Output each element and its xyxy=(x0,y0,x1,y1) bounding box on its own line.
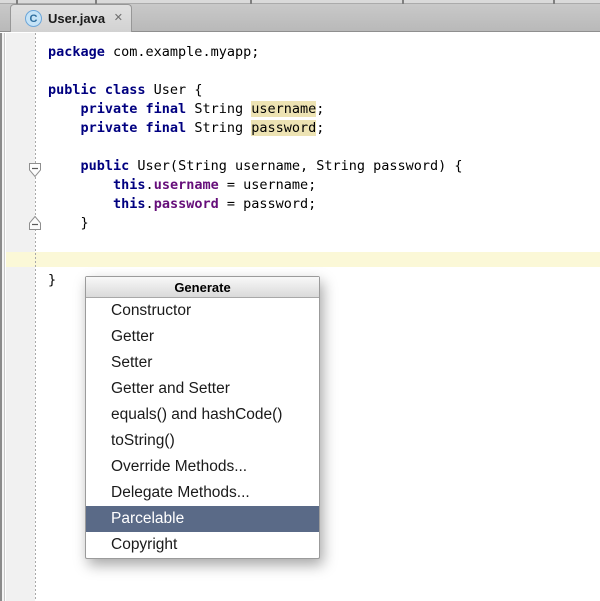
generate-popup-title: Generate xyxy=(86,277,319,298)
code-line[interactable]: private final String username; xyxy=(36,100,600,119)
editor-gutter xyxy=(6,33,35,601)
code-line[interactable]: } xyxy=(36,214,600,233)
ide-window: C User.java ✕ package com.example.myapp;… xyxy=(0,0,600,601)
menu-item-setter[interactable]: Setter xyxy=(86,350,319,376)
code-line[interactable]: public User(String username, String pass… xyxy=(36,157,600,176)
code-line[interactable] xyxy=(36,62,600,81)
menu-item-delegate-methods[interactable]: Delegate Methods... xyxy=(86,480,319,506)
fold-collapse-start-icon[interactable] xyxy=(28,162,42,178)
popup-item-list: ConstructorGetterSetterGetter and Setter… xyxy=(86,298,319,558)
tab-title: User.java xyxy=(48,11,105,26)
code-line[interactable]: public class User { xyxy=(36,81,600,100)
code-line[interactable] xyxy=(36,233,600,252)
code-line[interactable]: this.password = password; xyxy=(36,195,600,214)
menu-item-constructor[interactable]: Constructor xyxy=(86,298,319,324)
generate-popup: Generate ConstructorGetterSetterGetter a… xyxy=(85,276,320,559)
menu-item-parcelable[interactable]: Parcelable xyxy=(86,506,319,532)
menu-item-override-methods[interactable]: Override Methods... xyxy=(86,454,319,480)
editor-tab-bar: C User.java ✕ xyxy=(0,0,600,32)
fold-collapse-end-icon[interactable] xyxy=(28,215,42,231)
toolbar-tick xyxy=(250,0,252,4)
fold-guide-line xyxy=(35,33,36,601)
menu-item-copyright[interactable]: Copyright xyxy=(86,532,319,558)
menu-item-getter-and-setter[interactable]: Getter and Setter xyxy=(86,376,319,402)
menu-item-getter[interactable]: Getter xyxy=(86,324,319,350)
code-line[interactable] xyxy=(36,252,600,271)
menu-item-equals-and-hashcode[interactable]: equals() and hashCode() xyxy=(86,402,319,428)
code-line[interactable]: private final String password; xyxy=(36,119,600,138)
code-lines[interactable]: package com.example.myapp; public class U… xyxy=(36,43,600,290)
code-line[interactable]: package com.example.myapp; xyxy=(36,43,600,62)
tab-close-icon[interactable]: ✕ xyxy=(114,13,123,24)
menu-item-tostring[interactable]: toString() xyxy=(86,428,319,454)
code-editor[interactable]: package com.example.myapp; public class U… xyxy=(0,33,600,601)
toolbar-tick xyxy=(553,0,555,4)
code-line[interactable] xyxy=(36,138,600,157)
tab-user-java[interactable]: C User.java ✕ xyxy=(10,4,132,32)
toolbar-tick xyxy=(402,0,404,4)
java-class-icon: C xyxy=(25,10,42,27)
code-line[interactable]: this.username = username; xyxy=(36,176,600,195)
gutter-margin xyxy=(2,33,5,601)
